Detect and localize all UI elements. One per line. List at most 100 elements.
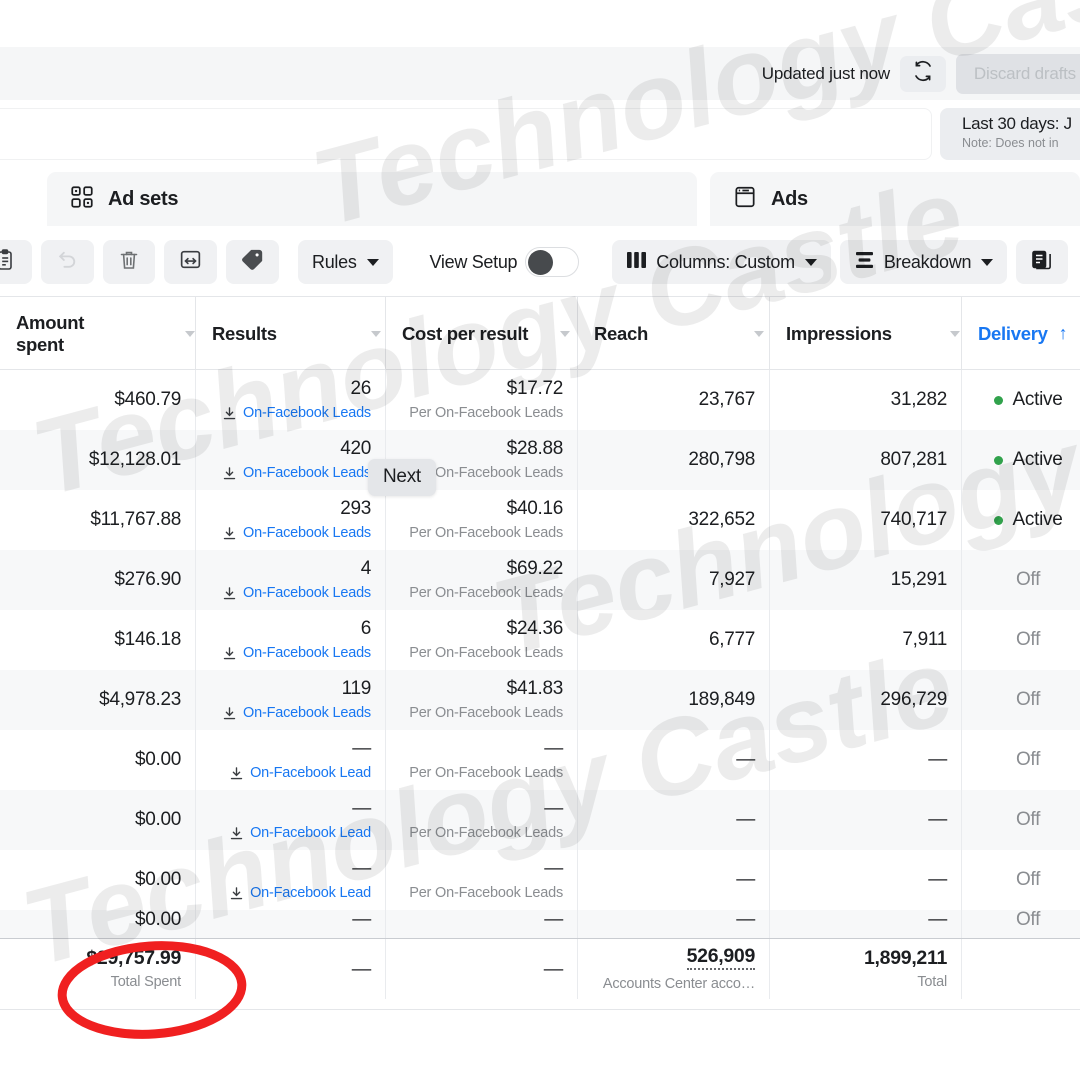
cell-value: 807,281: [770, 450, 961, 470]
table-header-row: Amount spent Results Cost per result Rea…: [0, 296, 1080, 370]
cell-delivery: Active: [962, 370, 1080, 430]
column-header-amount-spent[interactable]: Amount spent: [0, 297, 196, 370]
duplicate-button[interactable]: [0, 240, 32, 284]
cell-results: 420On-Facebook Leads: [196, 430, 386, 490]
status-badge: Active: [1013, 389, 1063, 411]
total-delivery: [962, 939, 1080, 999]
view-setup-toggle[interactable]: [525, 247, 579, 277]
status-badge: Off: [1016, 809, 1040, 831]
columns-dropdown[interactable]: Columns: Custom: [612, 240, 831, 284]
total-reach-value: 526,909: [578, 946, 769, 969]
cell-impressions: 296,729: [770, 670, 962, 730]
column-header-reach[interactable]: Reach: [578, 297, 770, 370]
cell-value: $24.36: [386, 619, 577, 639]
cell-subvalue[interactable]: On-Facebook Leads: [196, 646, 385, 661]
cell-amount-spent: $0.00: [0, 730, 196, 790]
cell-results: 119On-Facebook Leads: [196, 670, 386, 730]
cell-value: 23,767: [578, 390, 769, 410]
cell-value: $146.18: [0, 630, 195, 650]
table-row[interactable]: $4,978.23119On-Facebook Leads$41.83Per O…: [0, 670, 1080, 730]
table-row[interactable]: $12,128.01420On-Facebook Leads$28.88Per …: [0, 430, 1080, 490]
chevron-down-icon[interactable]: [371, 331, 381, 337]
search-and-date-row: Last 30 days: J Note: Does not in: [0, 108, 1080, 164]
table-row[interactable]: $460.7926On-Facebook Leads$17.72Per On-F…: [0, 370, 1080, 430]
ab-test-button[interactable]: [164, 240, 217, 284]
cell-value: —: [578, 910, 769, 930]
table-row[interactable]: $11,767.88293On-Facebook Leads$40.16Per …: [0, 490, 1080, 550]
download-icon: [222, 466, 237, 481]
download-icon: [229, 886, 244, 901]
date-range-note: Note: Does not in: [962, 136, 1080, 150]
total-cost-per-result: —: [386, 939, 578, 999]
updated-status-label: Updated just now: [762, 64, 890, 84]
cell-subvalue[interactable]: On-Facebook Leads: [196, 586, 385, 601]
cell-subvalue[interactable]: On-Facebook Leads: [196, 526, 385, 541]
breakdown-dropdown[interactable]: Breakdown: [840, 240, 1007, 284]
refresh-button[interactable]: [900, 56, 946, 92]
table-row[interactable]: $0.00————Off: [0, 910, 1080, 938]
status-badge: Off: [1016, 569, 1040, 591]
cell-value: 6,777: [578, 630, 769, 650]
cell-reach: 322,652: [578, 490, 770, 550]
tab-ad-sets[interactable]: Ad sets: [47, 172, 697, 226]
cell-subvalue[interactable]: On-Facebook Leads: [196, 406, 385, 421]
table-body: $460.7926On-Facebook Leads$17.72Per On-F…: [0, 370, 1080, 938]
chevron-down-icon[interactable]: [754, 331, 764, 337]
search-input[interactable]: [0, 108, 932, 160]
column-header-delivery[interactable]: Delivery ↑: [962, 297, 1080, 370]
undo-button[interactable]: [41, 240, 94, 284]
download-icon: [229, 826, 244, 841]
cell-cost-per: —Per On-Facebook Leads: [386, 790, 578, 850]
view-setup-toggle-group[interactable]: View Setup: [416, 240, 594, 284]
grid-icon: [69, 184, 95, 215]
cell-reach: 7,927: [578, 550, 770, 610]
reports-button[interactable]: [1016, 240, 1068, 284]
toggle-knob: [528, 250, 553, 275]
total-impressions-label: Total: [770, 975, 961, 990]
cell-cost-per: —: [386, 910, 578, 938]
cell-subvalue[interactable]: On-Facebook Lead: [196, 826, 385, 841]
status-badge: Off: [1016, 869, 1040, 891]
column-header-results[interactable]: Results: [196, 297, 386, 370]
cell-impressions: 7,911: [770, 610, 962, 670]
column-header-cost-per-result[interactable]: Cost per result: [386, 297, 578, 370]
tab-ads[interactable]: Ads: [710, 172, 1080, 226]
cell-cost-per: —Per On-Facebook Leads: [386, 730, 578, 790]
cell-impressions: —: [770, 790, 962, 850]
cell-delivery: Off: [962, 850, 1080, 910]
cell-value: 293: [196, 499, 385, 519]
cell-value: 740,717: [770, 510, 961, 530]
column-header-impressions[interactable]: Impressions: [770, 297, 962, 370]
rules-dropdown[interactable]: Rules: [298, 240, 393, 284]
cell-value: —: [386, 910, 577, 930]
cell-subvalue: Per On-Facebook Leads: [386, 706, 577, 721]
download-icon: [222, 586, 237, 601]
table-row[interactable]: $0.00—On-Facebook Lead—Per On-Facebook L…: [0, 850, 1080, 910]
table-row[interactable]: $276.904On-Facebook Leads$69.22Per On-Fa…: [0, 550, 1080, 610]
date-range-picker[interactable]: Last 30 days: J Note: Does not in: [940, 108, 1080, 160]
chevron-down-icon[interactable]: [185, 331, 195, 337]
cell-subvalue[interactable]: On-Facebook Leads: [196, 466, 385, 481]
action-toolbar: Rules View Setup Columns: Custom: [0, 228, 1080, 296]
cell-subvalue[interactable]: On-Facebook Lead: [196, 886, 385, 901]
table-row[interactable]: $0.00—On-Facebook Lead—Per On-Facebook L…: [0, 730, 1080, 790]
download-icon: [222, 526, 237, 541]
cell-subvalue[interactable]: On-Facebook Lead: [196, 766, 385, 781]
cell-value: $40.16: [386, 499, 577, 519]
reports-icon: [1030, 248, 1054, 277]
status-badge: Active: [1013, 449, 1063, 471]
cell-reach: 23,767: [578, 370, 770, 430]
chevron-down-icon[interactable]: [560, 331, 570, 337]
cell-subvalue[interactable]: On-Facebook Leads: [196, 706, 385, 721]
status-badge: Off: [1016, 629, 1040, 651]
chevron-down-icon[interactable]: [950, 331, 960, 337]
status-badge: Off: [1016, 689, 1040, 711]
cell-value: 189,849: [578, 690, 769, 710]
discard-drafts-button[interactable]: Discard drafts: [956, 54, 1080, 94]
tag-button[interactable]: [226, 240, 279, 284]
column-header-label: Results: [212, 323, 277, 345]
table-row[interactable]: $146.186On-Facebook Leads$24.36Per On-Fa…: [0, 610, 1080, 670]
delete-button[interactable]: [103, 240, 155, 284]
table-row[interactable]: $0.00—On-Facebook Lead—Per On-Facebook L…: [0, 790, 1080, 850]
cell-subvalue: Per On-Facebook Leads: [386, 886, 577, 901]
